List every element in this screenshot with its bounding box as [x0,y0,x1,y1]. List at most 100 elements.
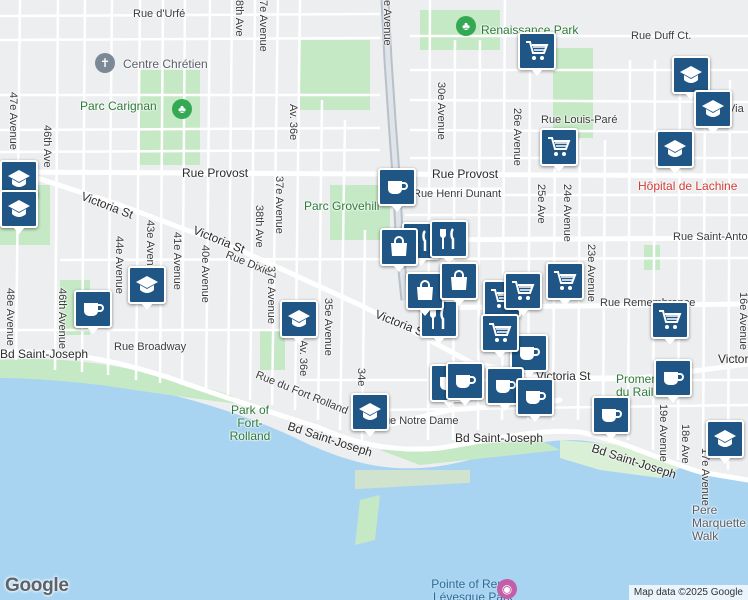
cafe-icon [523,385,547,409]
poi-label: Hôpital de Lachine [638,179,738,193]
street-label: 41e Avenue [171,232,183,290]
school-icon [358,400,382,424]
school-marker[interactable] [0,190,38,234]
cafe-icon [517,341,541,365]
camera-icon[interactable]: ◉ [497,579,517,599]
shopping-bag-marker[interactable] [406,272,444,316]
street-label: 37e Avenue [273,176,285,234]
cafe-marker[interactable] [592,396,630,440]
cafe-icon [661,366,685,390]
street-label: Av. 36e [287,104,299,141]
shopping-cart-marker[interactable] [540,128,578,172]
google-logo: Google [5,575,69,596]
school-marker[interactable] [280,300,318,344]
street-label: Rue Duff Ct. [631,30,692,42]
school-icon [135,273,159,297]
cafe-marker[interactable] [74,290,112,334]
street-label: 26e Avenue [511,108,523,166]
map-canvas[interactable]: Rue d'Urfé Renaissance Park Rue Duff Ct.… [0,0,748,600]
cafe-icon [493,374,517,398]
school-marker[interactable] [128,266,166,310]
street-label: 46th Ave [41,125,53,168]
school-icon [679,63,703,87]
shopping-bag-marker[interactable] [380,228,418,272]
school-icon [7,167,31,191]
cafe-icon [599,403,623,427]
school-marker[interactable] [351,393,389,437]
cafe-marker[interactable] [516,378,554,422]
school-icon [7,197,31,221]
street-label: Rue Broadway [114,341,187,353]
street-label: Rue Louis-Paré [541,114,618,126]
street-label: Av. 36e [297,340,309,377]
street-label: Rue d'Urfé [133,8,186,20]
street-label: 25e Ave [535,184,547,224]
restaurant-marker[interactable] [430,220,468,264]
street-label: 8th Ave [233,0,245,37]
school-marker[interactable] [672,56,710,100]
school-marker[interactable] [706,420,744,464]
cafe-icon [453,369,477,393]
street-label: 37e Avenue [265,266,277,324]
shopping-cart-marker[interactable] [651,301,689,345]
shopping-cart-marker[interactable] [481,314,519,358]
street-label: 19e Avenue [657,404,669,462]
shopping-cart-icon [525,39,549,63]
school-icon [287,307,311,331]
street-label: Victoria St [718,352,748,366]
street-label: Rue Henri Dunant [413,188,502,200]
street-label: 24e Avenue [561,184,573,242]
church-icon[interactable]: ✝ [95,53,115,73]
street-label: 7e Avenue [257,0,269,52]
shopping-bag-marker[interactable] [440,262,478,306]
street-label: 46th Avenue [56,288,68,349]
shopping-bag-icon [413,279,437,303]
school-icon [701,97,725,121]
street-label: Rue Provost [432,167,499,181]
park-label: Parc Carignan [80,99,157,113]
poi-label: Pere Marquette Walk [692,503,747,544]
park-label: Parc Grovehill [304,199,380,213]
street-label: 48e Avenue [4,288,16,346]
restaurant-icon [437,227,461,251]
street-label: 40e Avenue [199,245,211,303]
cafe-marker[interactable] [446,362,484,406]
school-marker[interactable] [694,90,732,134]
school-marker[interactable] [656,130,694,174]
street-label: 18e Ave [679,424,691,464]
poi-label: Centre Chrétien [123,57,208,71]
shopping-cart-marker[interactable] [504,272,542,316]
street-label: 30e Avenue [435,82,447,140]
street-label: Rue Provost [182,166,249,180]
cafe-icon [81,297,105,321]
street-label: e Avenue [381,0,393,46]
cafe-icon [385,175,409,199]
park-label: Park of Fort-Rolland [229,403,271,444]
street-label: Rue Saint-Antoine [673,231,748,243]
street-label: Bd Saint-Joseph [0,347,89,361]
street-label: 23e Avenue [585,244,597,302]
shopping-bag-icon [387,235,411,259]
street-label: 47e Avenue [7,92,19,150]
shopping-cart-icon [547,135,571,159]
map-attribution[interactable]: Map data ©2025 Google [628,585,748,600]
school-icon [663,137,687,161]
shopping-cart-icon [553,269,577,293]
shopping-cart-icon [658,308,682,332]
shopping-cart-marker[interactable] [518,32,556,76]
shopping-bag-icon [447,269,471,293]
street-label: Bd Saint-Joseph [455,431,544,445]
park-icon[interactable]: ♣ [172,99,192,119]
cafe-marker[interactable] [654,359,692,403]
shopping-cart-icon [488,321,512,345]
shopping-cart-icon [511,279,535,303]
street-label: 16e Avenue [737,292,748,350]
street-label: 35e Avenue [322,298,334,356]
street-label: 38th Ave [253,205,265,248]
street-label: 44e Avenue [113,236,125,294]
park-icon[interactable]: ♣ [456,16,476,36]
shopping-cart-marker[interactable] [546,262,584,306]
cafe-marker[interactable] [378,168,416,212]
street-label: 34e [355,368,367,387]
school-icon [713,427,737,451]
